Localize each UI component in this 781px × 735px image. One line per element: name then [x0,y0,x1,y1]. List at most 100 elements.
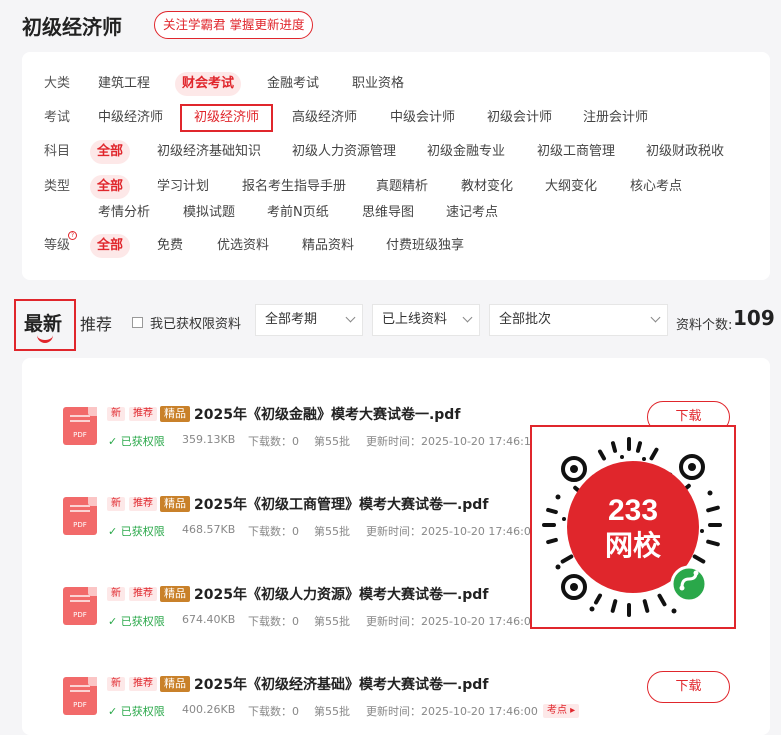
status-select[interactable]: 已上线资料 [372,304,480,336]
filter-option[interactable]: 教材变化 [461,175,513,199]
update-time: 更新时间：2025-10-20 17:46:09 [366,525,538,538]
pdf-file-icon: PDF [63,497,97,535]
qr-code-popup: 233 网校 [530,425,736,629]
badge-recommend: 推荐 [129,407,157,421]
update-time: 更新时间：2025-10-20 17:46:04 [366,615,538,628]
filter-label: 科目 [44,144,71,159]
filter-option[interactable]: 免费 [157,234,183,258]
filter-row-type-cont: 考情分析 模拟试题 考前N页纸 思维导图 速记考点 [22,201,770,225]
filter-option[interactable]: 初级工商管理 [537,140,615,164]
batch-select-value: 全部批次 [499,312,552,327]
filter-option[interactable]: 注册会计师 [583,106,648,130]
filter-option[interactable]: 精品资料 [302,234,354,258]
page-title: 初级经济师 [22,15,122,39]
filter-option[interactable]: 优选资料 [217,234,269,258]
filter-option[interactable]: 初级会计师 [487,106,552,130]
tab-latest[interactable]: 最新 [14,299,76,351]
svg-text:233: 233 [608,494,658,527]
filter-row-exam: 考试 中级经济师 初级经济师 高级经济师 中级会计师 初级会计师 注册会计师 [22,104,770,132]
filter-option[interactable]: 核心考点 [630,175,682,199]
list-toolbar: 最新 推荐 我已获权限资料 全部考期 已上线资料 全部批次 资料个数: 109 [0,296,781,352]
filter-option-active[interactable]: 全部 [90,140,131,164]
filter-panel: 大类 建筑工程 财会考试 金融考试 职业资格 考试 中级经济师 初级经济师 高级… [22,52,770,280]
file-size: 674.40KB [182,613,236,626]
pdf-file-icon: PDF [63,407,97,445]
badge-premium: 精品 [160,676,190,692]
filter-label: 等级 [44,238,71,253]
batch-select[interactable]: 全部批次 [489,304,668,336]
batch-number: 第55批 [314,705,350,718]
filter-option-active[interactable]: 财会考试 [175,72,242,96]
access-status: ✓ 已获权限 [108,525,165,538]
file-size: 400.26KB [182,703,236,716]
filter-option-active[interactable]: 初级经济师 [180,104,274,132]
active-tab-indicator-icon [37,335,53,343]
filter-option[interactable]: 考情分析 [98,201,150,225]
batch-number: 第55批 [314,615,350,628]
list-item: PDF 新 推荐 精品 2025年《初级经济基础》模考大赛试卷一.pdf ✓ 已… [22,671,770,733]
filter-option[interactable]: 大纲变化 [545,175,597,199]
period-select-value: 全部考期 [265,312,318,327]
filter-option-active[interactable]: 全部 [90,175,131,199]
download-count: 下载数：0 [248,705,299,718]
filter-label: 类型 [44,179,71,194]
chevron-down-icon [345,312,356,323]
item-title[interactable]: 2025年《初级工商管理》模考大赛试卷一.pdf [194,494,488,514]
filter-row-category: 大类 建筑工程 财会考试 金融考试 职业资格 [22,72,770,96]
count-value: 109 [733,306,775,330]
access-status: ✓ 已获权限 [108,435,165,448]
filter-option[interactable]: 金融考试 [267,72,319,96]
filter-option[interactable]: 报名考生指导手册 [242,175,346,199]
help-icon[interactable]: ? [68,231,77,240]
filter-option[interactable]: 高级经济师 [292,106,357,130]
update-time: 更新时间：2025-10-20 17:46:14 [366,435,538,448]
filter-option[interactable]: 建筑工程 [98,72,150,96]
filter-label: 考试 [44,110,71,125]
access-status: ✓ 已获权限 [108,615,165,628]
filter-option[interactable]: 付费班级独享 [386,234,464,258]
period-select[interactable]: 全部考期 [255,304,363,336]
filter-option[interactable]: 中级经济师 [98,106,163,130]
owned-checkbox-label[interactable]: 我已获权限资料 [150,313,241,332]
access-status: ✓ 已获权限 [108,705,165,718]
item-title[interactable]: 2025年《初级人力资源》模考大赛试卷一.pdf [194,584,488,604]
filter-option[interactable]: 初级经济基础知识 [157,140,261,164]
qr-code-image: 233 网校 [532,427,734,627]
owned-checkbox[interactable] [132,317,143,328]
filter-option[interactable]: 学习计划 [157,175,209,199]
filter-option[interactable]: 速记考点 [446,201,498,225]
svg-text:网校: 网校 [605,529,662,562]
file-size: 359.13KB [182,433,236,446]
badge-new: 新 [107,587,125,601]
batch-number: 第55批 [314,525,350,538]
badge-recommend: 推荐 [129,497,157,511]
filter-option[interactable]: 真题精析 [376,175,428,199]
filter-label: 大类 [44,76,71,91]
chevron-down-icon [462,312,473,323]
file-size: 468.57KB [182,523,236,536]
filter-option[interactable]: 职业资格 [352,72,404,96]
filter-option[interactable]: 初级金融专业 [427,140,505,164]
badge-new: 新 [107,407,125,421]
pdf-file-icon: PDF [63,677,97,715]
filter-row-level: 等级 ? 全部 免费 优选资料 精品资料 付费班级独享 [22,231,770,258]
filter-option[interactable]: 思维导图 [362,201,414,225]
badge-recommend: 推荐 [129,587,157,601]
badge-premium: 精品 [160,586,190,602]
item-title[interactable]: 2025年《初级经济基础》模考大赛试卷一.pdf [194,674,488,694]
keypoint-tag[interactable]: 考点 ▸ [543,704,580,718]
filter-option[interactable]: 模拟试题 [183,201,235,225]
tab-recommend[interactable]: 推荐 [80,311,112,335]
update-time: 更新时间：2025-10-20 17:46:00 [366,705,538,718]
tab-latest-label: 最新 [24,313,63,335]
filter-option[interactable]: 初级财政税收 [646,140,724,164]
filter-option[interactable]: 初级人力资源管理 [292,140,396,164]
follow-button[interactable]: 关注学霸君 掌握更新进度 [154,11,314,39]
filter-option-active[interactable]: 全部 [90,234,131,258]
filter-option[interactable]: 考前N页纸 [267,201,329,225]
download-button[interactable]: 下载 [647,671,730,703]
pdf-file-icon: PDF [63,587,97,625]
download-count: 下载数：0 [248,525,299,538]
filter-option[interactable]: 中级会计师 [390,106,455,130]
item-title[interactable]: 2025年《初级金融》模考大赛试卷一.pdf [194,404,460,424]
